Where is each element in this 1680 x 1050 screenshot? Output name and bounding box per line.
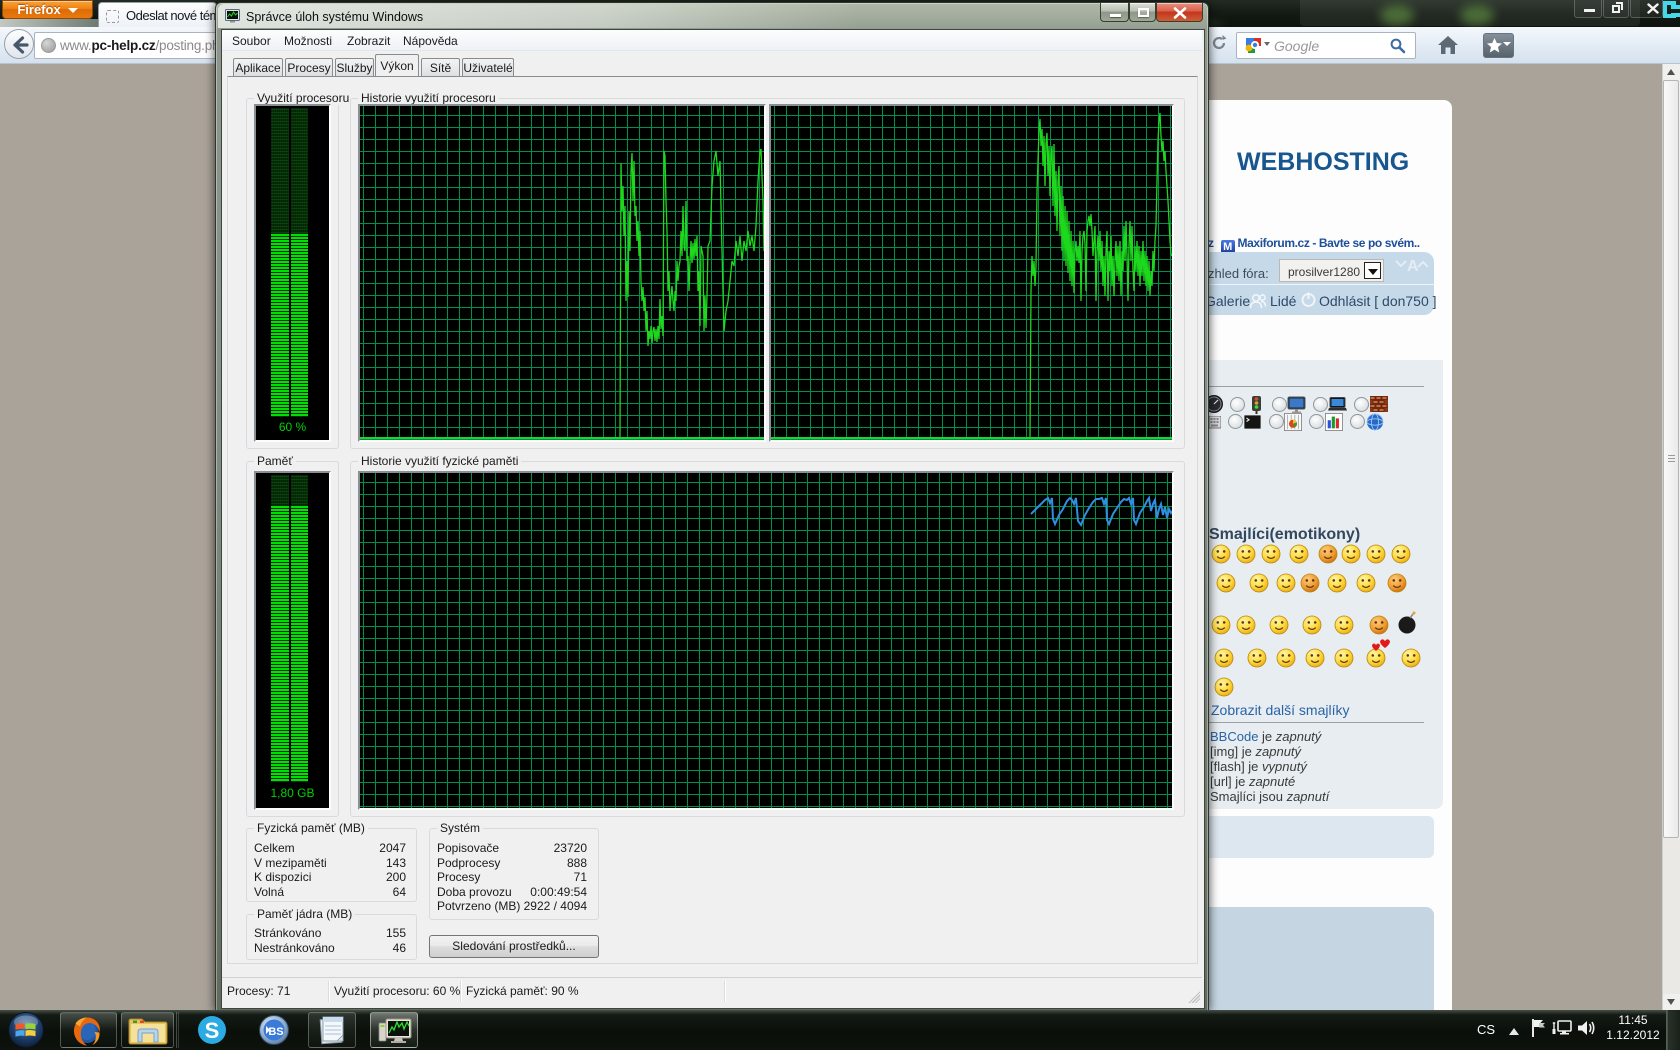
- svg-text:BS: BS: [268, 1026, 283, 1038]
- svg-text:S: S: [205, 1018, 220, 1043]
- svg-text:A: A: [1407, 258, 1419, 275]
